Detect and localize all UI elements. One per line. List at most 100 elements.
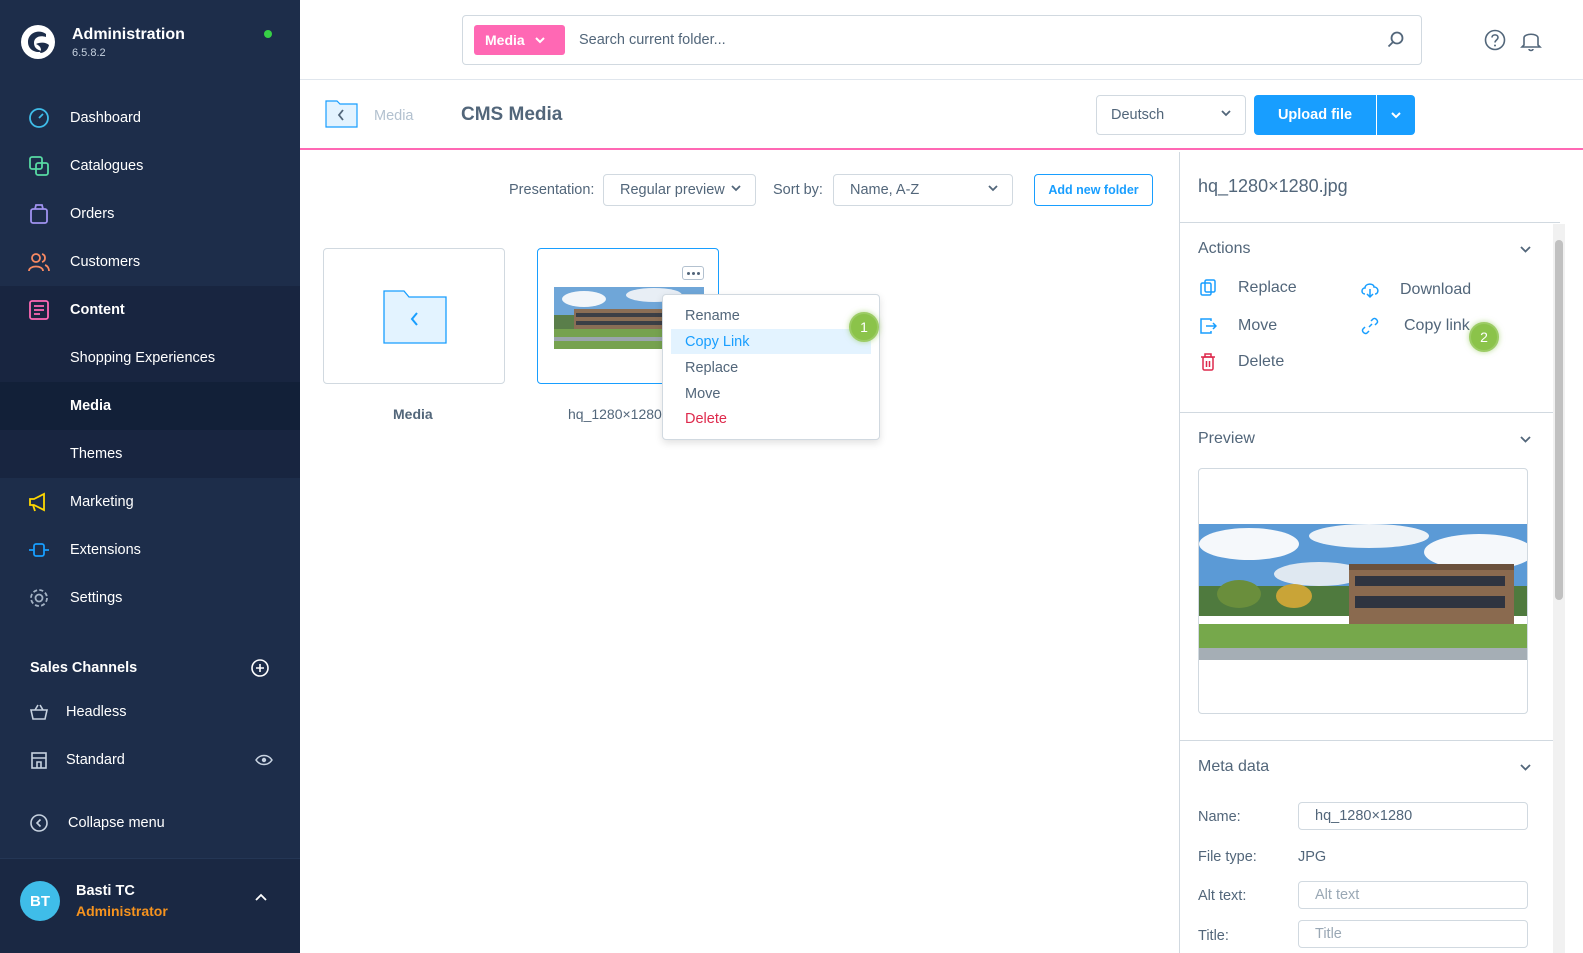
menu-item-delete[interactable]: Delete [671,406,871,431]
back-folder-icon[interactable] [325,98,358,128]
nav-content-label: Content [70,302,125,318]
sales-channels-header: Sales Channels [30,658,270,678]
meta-filetype-label: File type: [1198,849,1257,865]
cloud-download-icon [1360,280,1380,300]
megaphone-icon [28,491,50,513]
nav-settings[interactable]: Settings [0,574,300,622]
presentation-select-value: Regular preview [620,182,725,198]
preview-box [1198,468,1528,714]
online-status-dot [264,30,272,38]
nav-catalogues-label: Catalogues [70,158,144,174]
sort-select[interactable]: Name, A-Z [833,174,1013,206]
chevron-down-icon [534,36,545,43]
image-tile-label: hq_1280×1280 [568,406,662,422]
nav-media[interactable]: Media [0,382,300,430]
sales-channel-headless-label: Headless [66,704,127,720]
help-icon[interactable] [1484,29,1506,51]
menu-item-copy-link[interactable]: Copy Link [671,329,871,354]
search-bar[interactable]: Media Search current folder... [462,15,1422,65]
presentation-label: Presentation: [509,182,595,198]
scrollbar-thumb[interactable] [1555,240,1563,600]
action-copy-link[interactable]: Copy link [1360,316,1470,336]
action-replace[interactable]: Replace [1198,278,1297,298]
chevron-down-icon[interactable] [1520,436,1531,443]
action-delete-label: Delete [1238,353,1285,370]
meta-alt-label: Alt text: [1198,888,1247,904]
nav-orders[interactable]: Orders [0,190,300,238]
menu-item-move[interactable]: Move [671,381,871,406]
plug-icon [28,539,50,561]
search-input[interactable]: Search current folder... [579,32,726,48]
collapse-menu[interactable]: Collapse menu [28,812,165,834]
nav-marketing-label: Marketing [70,494,134,510]
catalogues-icon [28,155,50,177]
shopware-logo-icon [21,25,55,59]
nav-settings-label: Settings [70,590,123,606]
nav-dashboard[interactable]: Dashboard [0,94,300,142]
nav-catalogues[interactable]: Catalogues [0,142,300,190]
dot-icon [696,271,700,275]
menu-item-rename[interactable]: Rename [671,303,871,328]
nav-content[interactable]: Content [0,286,300,334]
nav-shopping-experiences[interactable]: Shopping Experiences [0,334,300,382]
selected-filename: hq_1280×1280.jpg [1198,176,1348,196]
meta-name-input[interactable]: hq_1280×1280 [1298,802,1528,830]
presentation-select[interactable]: Regular preview [603,174,756,206]
action-download-label: Download [1400,281,1472,298]
language-select[interactable]: Deutsch [1096,95,1246,135]
page-header: Media CMS Media Deutsch Upload file [300,80,1583,150]
move-icon [1198,316,1218,336]
nav-customers[interactable]: Customers [0,238,300,286]
sales-channel-standard[interactable]: Standard [28,749,273,771]
action-delete[interactable]: Delete [1198,352,1284,372]
chevron-left-circle-icon [28,812,50,834]
upload-file-button[interactable]: Upload file [1254,95,1376,135]
tile-menu-button[interactable] [682,266,704,280]
sidebar-scrollbar[interactable] [1553,224,1565,953]
meta-title-input[interactable]: Title [1298,920,1528,948]
folder-back-icon [383,290,447,344]
search-icon[interactable] [1387,31,1405,49]
app-version: 6.5.8.2 [72,46,106,59]
action-move-label: Move [1238,317,1278,334]
dashboard-icon [28,107,50,129]
nav-extensions[interactable]: Extensions [0,526,300,574]
gear-icon [28,587,50,609]
action-copy-link-label: Copy link [1404,317,1470,334]
avatar: BT [20,881,60,921]
breadcrumb[interactable]: Media [374,108,414,124]
customers-icon [28,251,50,273]
upload-options-button[interactable] [1377,95,1415,135]
user-profile[interactable]: BT Basti TC Administrator [0,858,300,953]
chevron-down-icon[interactable] [1520,764,1531,771]
nav-orders-label: Orders [70,206,115,222]
chevron-down-icon [1221,110,1231,117]
chevron-down-icon[interactable] [1520,246,1531,253]
add-circle-icon[interactable] [250,658,270,678]
meta-alt-input[interactable]: Alt text [1298,881,1528,909]
menu-item-replace[interactable]: Replace [671,355,871,380]
trash-icon [1198,352,1218,372]
user-name: Basti TC [76,883,135,899]
folder-tile[interactable] [323,248,505,384]
top-bar: Media Search current folder... [300,0,1583,80]
sales-channel-headless[interactable]: Headless [28,701,273,723]
bell-icon[interactable] [1520,28,1542,52]
search-type-chip[interactable]: Media [474,25,565,55]
nav-marketing[interactable]: Marketing [0,478,300,526]
preview-image [1199,524,1527,660]
chevron-down-icon [988,185,998,192]
eye-icon[interactable] [255,754,273,766]
link-icon [1360,316,1380,336]
step-badge-2: 2 [1469,322,1499,352]
media-grid-area: Presentation: Regular preview Sort by: N… [300,152,1180,953]
language-select-value: Deutsch [1111,107,1165,123]
action-download[interactable]: Download [1360,280,1471,300]
add-new-folder-button[interactable]: Add new folder [1034,174,1153,206]
chevron-up-icon[interactable] [255,893,267,901]
divider [1180,412,1560,413]
chevron-down-icon [1391,111,1401,118]
action-move[interactable]: Move [1198,316,1277,336]
nav-themes[interactable]: Themes [0,430,300,478]
brand[interactable]: Administration 6.5.8.2 [20,24,185,60]
